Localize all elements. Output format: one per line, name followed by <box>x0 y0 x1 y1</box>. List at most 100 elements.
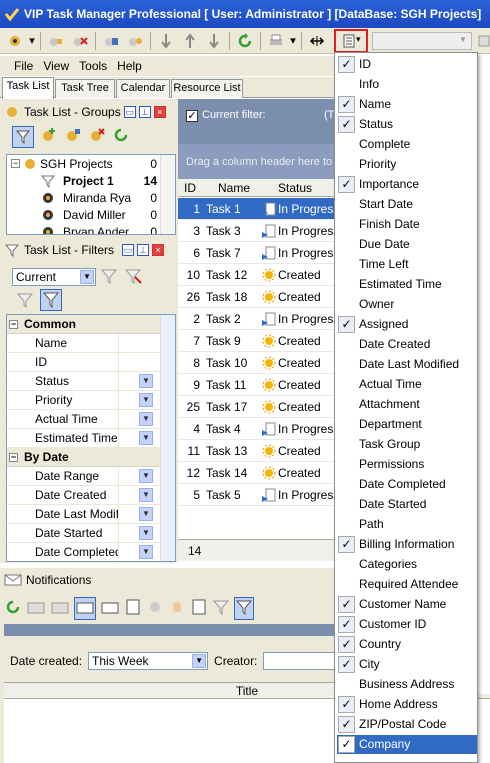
close-icon[interactable]: × <box>153 106 166 118</box>
menu-item-estimated-time[interactable]: Estimated Time <box>337 275 477 294</box>
menu-item-city[interactable]: ✓ City <box>337 655 477 674</box>
menu-item-status[interactable]: ✓ Status <box>337 115 477 134</box>
minimize-icon[interactable]: ▭ <box>123 106 136 118</box>
menu-item-business-address[interactable]: Business Address <box>337 675 477 694</box>
menu-item-finish-date[interactable]: Finish Date <box>337 215 477 234</box>
menu-item-id[interactable]: ✓ ID <box>337 55 477 74</box>
remove-filter-icon[interactable] <box>16 291 34 312</box>
notes-icon[interactable] <box>124 598 142 619</box>
move-bottom-icon[interactable] <box>203 31 225 51</box>
menu-item-importance[interactable]: ✓ Importance <box>337 175 477 194</box>
menu-item-time-left[interactable]: Time Left <box>337 255 477 274</box>
tab-task-list[interactable]: Task List <box>2 77 54 99</box>
filter-row[interactable]: Name <box>7 333 175 353</box>
menu-item-priority[interactable]: Priority <box>337 155 477 174</box>
filter-toggle-icon[interactable] <box>12 126 34 148</box>
refresh-icon[interactable] <box>4 598 22 619</box>
column-header-name[interactable]: Name <box>218 181 250 195</box>
table-row[interactable]: 7 Task 9 Created <box>178 330 334 352</box>
delete-task-icon[interactable] <box>69 31 91 51</box>
fit-columns-icon[interactable] <box>306 31 328 51</box>
group-by-area[interactable]: Drag a column header here to group <box>178 144 334 179</box>
date-created-select[interactable]: This Week ▼ <box>88 652 209 670</box>
edit-group-icon[interactable] <box>64 126 82 148</box>
filter-row[interactable]: Date Range ▼ <box>7 466 175 486</box>
filter-row[interactable]: Date Created ▼ <box>7 485 175 505</box>
menu-item-billing-information[interactable]: ✓ Billing Information <box>337 535 477 554</box>
menu-item-date-started[interactable]: Date Started <box>337 495 477 514</box>
menu-tools[interactable]: Tools <box>79 59 107 73</box>
table-row[interactable]: 8 Task 10 Created <box>178 352 334 374</box>
clear-filter-icon[interactable] <box>100 267 118 288</box>
filter-icon[interactable] <box>234 596 254 620</box>
filter-category-common[interactable]: − Common <box>7 315 175 334</box>
new-task-icon[interactable] <box>4 31 26 51</box>
filter-options-icon[interactable] <box>124 267 142 288</box>
chevron-down-icon[interactable]: ▼ <box>139 488 153 502</box>
filter-row[interactable]: Date Completed ▼ <box>7 542 175 561</box>
dropdown-arrow-icon[interactable]: ▾ <box>289 31 297 51</box>
table-row[interactable]: 25 Task 17 Created <box>178 396 334 418</box>
pin-icon[interactable]: ⊥ <box>137 244 150 256</box>
menu-item-path[interactable]: Path <box>337 515 477 534</box>
table-row[interactable]: 5 Task 5 In Progress <box>178 484 339 506</box>
menu-item-country[interactable]: ✓ Country <box>337 635 477 654</box>
filter-row[interactable]: ID <box>7 352 175 372</box>
menu-item-categories[interactable]: Categories <box>337 555 477 574</box>
edit-task-icon[interactable] <box>45 31 67 51</box>
table-row[interactable]: 4 Task 4 In Progress <box>178 418 339 440</box>
menu-item-attachment[interactable]: Attachment <box>337 395 477 414</box>
close-icon[interactable]: × <box>152 244 165 256</box>
menu-item-assigned[interactable]: ✓ Assigned <box>337 315 477 334</box>
refresh-groups-icon[interactable] <box>112 126 130 148</box>
filters-scrollbar[interactable] <box>160 315 175 561</box>
menu-help[interactable]: Help <box>117 59 142 73</box>
print-icon[interactable] <box>265 31 287 51</box>
menu-item-home-address[interactable]: ✓ Home Address <box>337 695 477 714</box>
filter-row[interactable]: Status ▼ <box>7 371 175 391</box>
filter-row[interactable]: Actual Time ▼ <box>7 409 175 429</box>
filter-select[interactable]: Current ▼ <box>12 268 96 286</box>
chevron-down-icon[interactable]: ▼ <box>139 393 153 407</box>
toolbar-combo[interactable]: ▼ <box>372 32 472 50</box>
chevron-down-icon[interactable]: ▼ <box>139 507 153 521</box>
table-row[interactable]: 6 Task 7 In Progress <box>178 242 339 264</box>
move-down-icon[interactable] <box>155 31 177 51</box>
mark-read-icon[interactable] <box>26 598 46 619</box>
properties-icon[interactable] <box>100 31 122 51</box>
view-icon[interactable] <box>146 598 164 619</box>
tab-task-tree[interactable]: Task Tree <box>55 79 115 98</box>
menu-item-customer-name[interactable]: ✓ Customer Name <box>337 595 477 614</box>
menu-item-due-date[interactable]: Due Date <box>337 235 477 254</box>
menu-item-customer-id[interactable]: ✓ Customer ID <box>337 615 477 634</box>
menu-item-task-group[interactable]: Task Group <box>337 435 477 454</box>
inbox-icon[interactable] <box>74 596 96 620</box>
refresh-icon[interactable] <box>234 31 256 51</box>
delete-group-icon[interactable] <box>88 126 106 148</box>
current-filter-checkbox[interactable]: ✓ <box>186 110 198 122</box>
toolbar-extra-icon[interactable] <box>478 33 490 49</box>
table-row[interactable]: 2 Task 2 In Progress <box>178 308 339 330</box>
sent-icon[interactable] <box>100 598 120 619</box>
menu-item-complete[interactable]: Complete <box>337 135 477 154</box>
pin-icon[interactable]: ⊥ <box>138 106 151 118</box>
column-header-status[interactable]: Status <box>278 181 312 195</box>
columns-icon[interactable] <box>190 598 208 619</box>
tree-item[interactable]: Project 1 14 <box>7 172 175 189</box>
menu-item-start-date[interactable]: Start Date <box>337 195 477 214</box>
filter-category-by-date[interactable]: − By Date <box>7 448 175 467</box>
chevron-down-icon[interactable]: ▼ <box>139 545 153 559</box>
chevron-down-icon[interactable]: ▼ <box>139 526 153 540</box>
table-row[interactable]: 12 Task 14 Created <box>178 462 334 484</box>
menu-view[interactable]: View <box>43 59 69 73</box>
tree-item[interactable]: − SGH Projects 0 <box>7 155 175 172</box>
chevron-down-icon[interactable]: ▼ <box>139 469 153 483</box>
table-row[interactable]: 9 Task 11 Created <box>178 374 334 396</box>
add-group-icon[interactable] <box>40 126 58 148</box>
tree-scrollbar[interactable] <box>160 155 175 234</box>
menu-item-date-completed[interactable]: Date Completed <box>337 475 477 494</box>
dropdown-arrow-icon[interactable]: ▾ <box>28 31 36 51</box>
filter-row[interactable]: Date Started ▼ <box>7 523 175 543</box>
menu-item-company[interactable]: ✓ Company <box>337 735 477 754</box>
menu-item-owner[interactable]: Owner <box>337 295 477 314</box>
